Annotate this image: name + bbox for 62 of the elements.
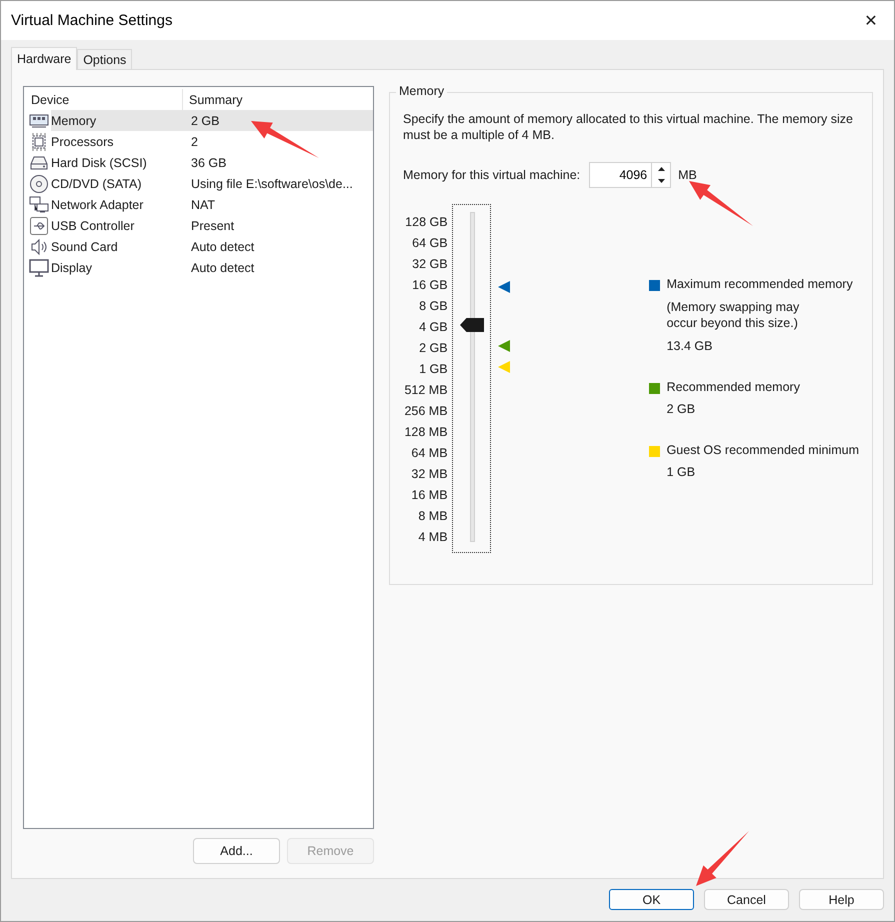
device-summary[interactable]: 36 GB bbox=[185, 152, 373, 173]
slider-thumb[interactable] bbox=[460, 318, 484, 332]
tick-label: 64 GB bbox=[412, 235, 448, 252]
field-label: Memory for this virtual machine: bbox=[403, 168, 580, 182]
close-button[interactable]: ✕ bbox=[848, 1, 894, 40]
memory-field[interactable]: 4096 bbox=[589, 162, 652, 188]
tick-label: 8 GB bbox=[419, 298, 448, 315]
legend-value: 13.4 GB bbox=[666, 339, 714, 353]
tick-label: 512 MB bbox=[404, 382, 448, 399]
tick-label: 128 MB bbox=[404, 424, 448, 441]
device-name[interactable]: Hard Disk (SCSI) bbox=[51, 152, 185, 173]
tick-label: 64 MB bbox=[411, 445, 448, 462]
annotation-arrow bbox=[696, 831, 749, 886]
tick-label: 32 GB bbox=[412, 256, 448, 273]
device-summary[interactable]: NAT bbox=[185, 194, 373, 215]
usb-icon bbox=[29, 216, 49, 236]
network-icon bbox=[29, 194, 49, 214]
description-text: Specify the amount of memory allocated to this virtual machine. The memory size must be a multiple of 4 MB. bbox=[403, 111, 854, 143]
sound-icon bbox=[29, 236, 49, 256]
tick-label: 2 GB bbox=[419, 340, 448, 357]
device-summary[interactable]: 2 bbox=[185, 131, 373, 152]
dialog-button[interactable]: Cancel bbox=[704, 889, 789, 910]
device-name[interactable]: Sound Card bbox=[51, 236, 185, 257]
tick-label: 32 MB bbox=[411, 466, 448, 483]
tick-label: 256 MB bbox=[404, 403, 448, 420]
device-name[interactable]: CD/DVD (SATA) bbox=[51, 173, 185, 194]
device-name[interactable]: Processors bbox=[51, 131, 185, 152]
device-summary[interactable]: 2 GB bbox=[185, 110, 373, 131]
dialog-button[interactable]: OK bbox=[609, 889, 694, 910]
device-name[interactable]: Memory bbox=[51, 110, 185, 131]
group-title: Memory bbox=[396, 84, 448, 98]
annotation-arrow bbox=[251, 121, 319, 158]
device-summary[interactable]: Present bbox=[185, 215, 373, 236]
tick-label: 4 MB bbox=[418, 529, 448, 546]
tab[interactable]: Hardware bbox=[11, 47, 78, 70]
display-icon bbox=[29, 258, 49, 278]
device-summary[interactable]: Auto detect bbox=[185, 257, 373, 278]
annotation-arrow bbox=[689, 181, 753, 226]
dialog-button[interactable]: Help bbox=[799, 889, 884, 910]
tick-label: 16 MB bbox=[411, 487, 448, 504]
window-title: Virtual Machine Settings bbox=[11, 12, 172, 29]
tick-label: 4 GB bbox=[419, 319, 448, 336]
legend-value: 1 GB bbox=[666, 465, 696, 479]
device-summary[interactable]: Using file E:\software\os\de... bbox=[185, 173, 373, 194]
legend-label: Maximum recommended memory bbox=[666, 277, 854, 291]
tick-label: 16 GB bbox=[412, 277, 448, 294]
legend-label: Guest OS recommended minimum bbox=[666, 443, 859, 457]
legend-note: (Memory swapping may occur beyond this size.) bbox=[666, 299, 800, 331]
tab[interactable]: Options bbox=[77, 49, 132, 69]
tick-label: 128 GB bbox=[405, 214, 448, 231]
device-name[interactable]: Network Adapter bbox=[51, 194, 185, 215]
legend-value: 2 GB bbox=[666, 402, 696, 416]
cd-icon bbox=[29, 174, 49, 194]
unit-label: MB bbox=[678, 168, 697, 182]
device-name[interactable]: USB Controller bbox=[51, 215, 185, 236]
tick-label: 8 MB bbox=[418, 508, 448, 525]
device-summary[interactable]: Auto detect bbox=[185, 236, 373, 257]
add-button[interactable]: Add... bbox=[193, 838, 280, 864]
tick-label: 1 GB bbox=[419, 361, 448, 378]
legend-label: Recommended memory bbox=[666, 380, 801, 394]
column-header[interactable]: Summary bbox=[183, 89, 373, 110]
device-name[interactable]: Display bbox=[51, 257, 185, 278]
